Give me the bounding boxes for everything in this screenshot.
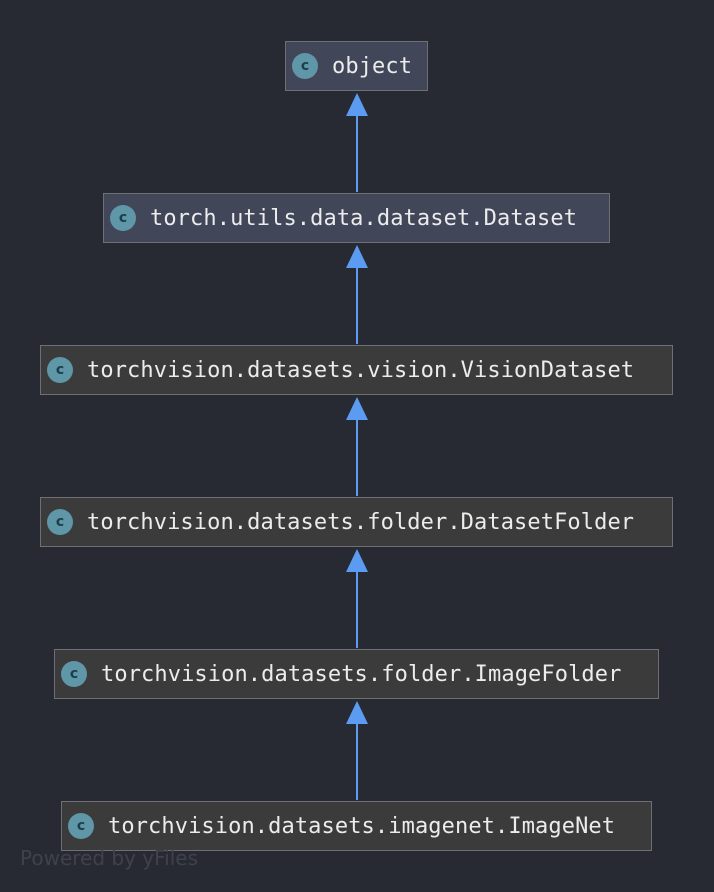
edge-dataset-to-object [346,93,368,192]
class-name: torchvision.datasets.folder.ImageFolder [101,661,622,687]
class-node-imagenet[interactable]: c torchvision.datasets.imagenet.ImageNet [61,801,652,851]
class-icon: c [110,205,136,231]
arrowhead-icon [346,93,368,116]
class-name: torchvision.datasets.vision.VisionDatase… [87,357,635,383]
class-node-datasetfolder[interactable]: c torchvision.datasets.folder.DatasetFol… [40,497,673,547]
class-icon: c [47,509,73,535]
class-name: torchvision.datasets.imagenet.ImageNet [108,813,616,839]
class-name: torchvision.datasets.folder.DatasetFolde… [87,509,635,535]
arrowhead-icon [346,245,368,268]
class-icon: c [61,661,87,687]
class-node-dataset[interactable]: c torch.utils.data.dataset.Dataset [103,193,610,243]
inheritance-edges [346,93,368,800]
edge-visiondataset-to-dataset [346,245,368,344]
class-node-visiondataset[interactable]: c torchvision.datasets.vision.VisionData… [40,345,673,395]
edge-imagenet-to-imagefolder [346,701,368,800]
class-node-imagefolder[interactable]: c torchvision.datasets.folder.ImageFolde… [54,649,659,699]
class-icon: c [292,53,318,79]
yfiles-watermark: Powered by yFiles [20,846,198,870]
edge-imagefolder-to-datasetfolder [346,549,368,648]
arrowhead-icon [346,701,368,724]
arrowhead-icon [346,549,368,572]
edge-datasetfolder-to-visiondataset [346,397,368,496]
class-icon: c [47,357,73,383]
class-node-object[interactable]: c object [285,41,428,91]
arrowhead-icon [346,397,368,420]
class-icon: c [68,813,94,839]
class-name: object [332,53,413,79]
class-name: torch.utils.data.dataset.Dataset [150,205,578,231]
